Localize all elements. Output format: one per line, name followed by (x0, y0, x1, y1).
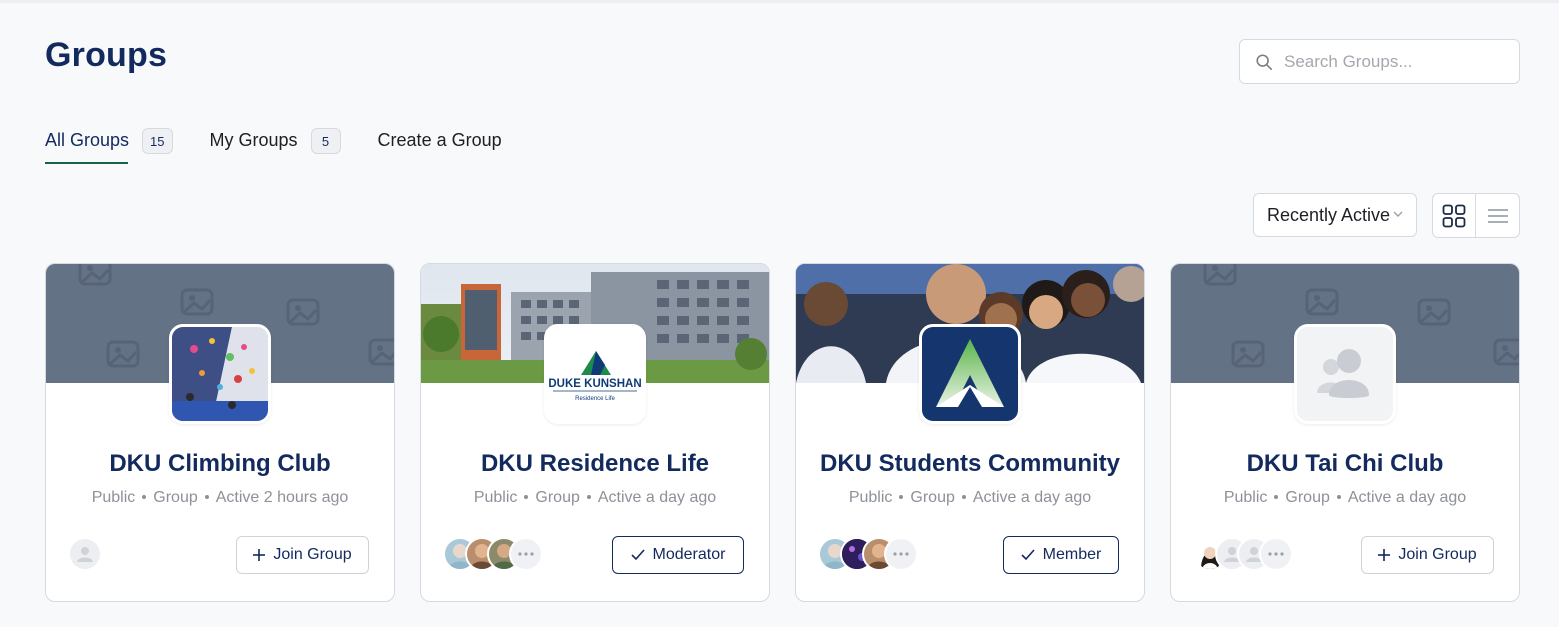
climbing-wall-image (172, 327, 268, 421)
plus-icon (1378, 549, 1391, 561)
check-icon (630, 549, 645, 561)
group-privacy: Public (473, 489, 518, 506)
separator-dot (142, 495, 147, 499)
group-placeholder-icon (1297, 327, 1393, 421)
member-avatar[interactable] (68, 537, 102, 571)
separator-dot (524, 495, 529, 499)
list-view-icon (1487, 208, 1508, 223)
group-avatar[interactable] (1294, 324, 1396, 424)
group-name[interactable]: DKU Tai Chi Club (1171, 450, 1519, 478)
group-type: Group (910, 489, 955, 506)
view-toggle (1432, 193, 1520, 238)
more-members-button[interactable] (884, 537, 918, 571)
action-label: Member (1042, 546, 1102, 563)
group-name[interactable]: DKU Students Community (796, 450, 1144, 478)
top-divider (0, 0, 1559, 3)
action-label: Moderator (652, 546, 726, 563)
group-meta: Public Group Active a day ago (421, 489, 769, 507)
separator-dot (899, 495, 904, 499)
search-icon (1256, 53, 1273, 70)
group-name[interactable]: DKU Residence Life (421, 450, 769, 478)
sort-selected-value: Recently Active (1267, 204, 1391, 225)
image-placeholder-icon (78, 264, 112, 286)
tab-count-badge: 15 (142, 128, 173, 154)
logo-subtext: Residence Life (575, 396, 615, 402)
separator-dot (1274, 495, 1279, 499)
group-type: Group (535, 489, 580, 506)
image-placeholder-icon (1231, 340, 1265, 368)
group-activity: Active a day ago (1347, 489, 1467, 506)
group-privacy: Public (848, 489, 893, 506)
list-view-button[interactable] (1476, 194, 1519, 237)
tab-my-groups[interactable]: My Groups 5 (210, 127, 341, 165)
more-members-button[interactable] (1259, 537, 1293, 571)
user-placeholder-icon (77, 547, 93, 562)
group-privacy: Public (1223, 489, 1268, 506)
page-title: Groups (45, 36, 168, 74)
group-avatar[interactable] (169, 324, 271, 424)
group-card[interactable]: DKU Tai Chi Club Public Group Active a day… (1170, 263, 1520, 602)
group-card[interactable]: DUKE KUNSHAN Residence Life DKU Residenc… (420, 263, 770, 602)
member-avatars (68, 537, 102, 571)
tab-label: All Groups (45, 130, 130, 150)
separator-dot (1336, 495, 1341, 499)
group-meta: Public Group Active a day ago (1171, 489, 1519, 507)
duke-kunshan-logo: DUKE KUNSHAN Residence Life (547, 327, 643, 421)
group-activity: Active 2 hours ago (215, 489, 349, 506)
image-placeholder-icon (1305, 288, 1339, 316)
join-group-button[interactable]: Join Group (1361, 536, 1494, 574)
plus-icon (253, 549, 266, 561)
separator-dot (586, 495, 591, 499)
member-avatars (443, 537, 543, 571)
image-placeholder-icon (1493, 338, 1519, 366)
grid-view-icon (1442, 204, 1466, 227)
action-label: Join Group (1398, 546, 1477, 563)
group-activity: Active a day ago (597, 489, 717, 506)
separator-dot (961, 495, 966, 499)
image-placeholder-icon (106, 340, 140, 368)
image-placeholder-icon (368, 338, 394, 366)
group-name[interactable]: DKU Climbing Club (46, 450, 394, 478)
group-meta: Public Group Active 2 hours ago (46, 489, 394, 507)
separator-dot (204, 495, 209, 499)
search-input[interactable] (1284, 51, 1504, 72)
grid-view-button[interactable] (1433, 194, 1477, 237)
group-avatar[interactable] (919, 324, 1021, 424)
image-placeholder-icon (1203, 264, 1237, 286)
group-meta: Public Group Active a day ago (796, 489, 1144, 507)
tab-all-groups[interactable]: All Groups 15 (45, 127, 173, 165)
group-card[interactable]: DKU Climbing Club Public Group Active 2 ho… (45, 263, 395, 602)
tab-count-badge: 5 (310, 128, 341, 154)
check-icon (1021, 549, 1035, 561)
dku-mountain-logo (922, 327, 1018, 421)
member-button[interactable]: Member (1003, 536, 1119, 574)
group-type: Group (153, 489, 198, 506)
search-box[interactable] (1239, 39, 1520, 84)
group-avatar[interactable]: DUKE KUNSHAN Residence Life (544, 324, 646, 424)
tab-create-group[interactable]: Create a Group (378, 127, 502, 165)
join-group-button[interactable]: Join Group (236, 536, 369, 574)
group-card[interactable]: DKU Students Community Public Group Active… (795, 263, 1145, 602)
tab-label: Create a Group (377, 130, 502, 150)
image-placeholder-icon (286, 298, 320, 326)
more-members-button[interactable] (509, 537, 543, 571)
group-type: Group (1285, 489, 1330, 506)
member-avatars (818, 537, 918, 571)
more-dots-icon (518, 552, 534, 556)
more-dots-icon (893, 552, 909, 556)
group-privacy: Public (91, 489, 136, 506)
sort-dropdown[interactable]: Recently Active (1253, 193, 1417, 237)
action-label: Join Group (273, 546, 352, 563)
member-avatars (1193, 537, 1293, 571)
image-placeholder-icon (180, 288, 214, 316)
group-tabs: All Groups 15 My Groups 5 Create a Group (45, 127, 539, 165)
chevron-down-icon (1393, 211, 1403, 217)
tab-label: My Groups (209, 130, 298, 150)
image-placeholder-icon (1417, 298, 1451, 326)
logo-text: DUKE KUNSHAN (548, 378, 641, 390)
more-dots-icon (1268, 552, 1284, 556)
moderator-button[interactable]: Moderator (612, 536, 744, 574)
group-activity: Active a day ago (972, 489, 1092, 506)
